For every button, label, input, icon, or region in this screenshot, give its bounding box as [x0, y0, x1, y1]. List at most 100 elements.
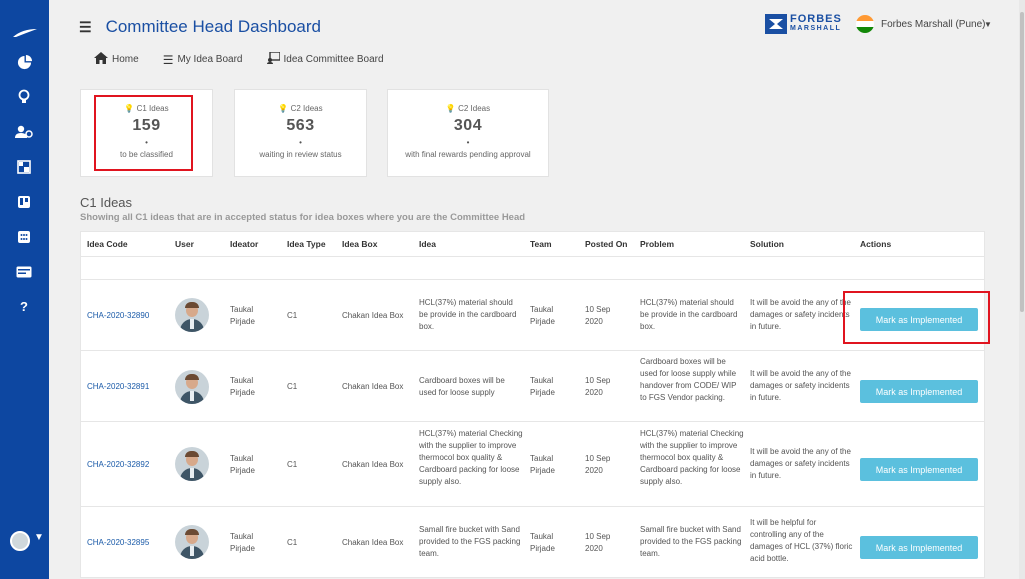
caret-down-icon[interactable]: ▼ [984, 20, 992, 29]
brand-mark-icon [765, 14, 787, 34]
card-sub: with final rewards pending approval [405, 150, 531, 159]
ideator: Taukal Pirjade [230, 454, 255, 475]
brand-logo: FORBES MARSHALL [765, 14, 842, 34]
user-avatar [175, 298, 209, 332]
idea-type: C1 [287, 538, 298, 547]
chart-pie-icon[interactable] [14, 52, 34, 72]
brand-name: FORBES [790, 13, 842, 25]
ideator: Taukal Pirjade [230, 305, 255, 326]
posted-on: 10 Sep 2020 [585, 376, 611, 397]
idea-box: Chakan Idea Box [342, 382, 404, 391]
card-value: 304 [453, 117, 483, 134]
users-icon[interactable] [14, 122, 34, 142]
caret-down-icon[interactable]: ▼ [34, 532, 44, 543]
logo-icon[interactable] [12, 28, 38, 38]
avatar[interactable] [10, 531, 30, 551]
nav-my-idea-board-label: My Idea Board [177, 54, 243, 65]
card-value: 563 [286, 117, 315, 134]
posted-on: 10 Sep 2020 [585, 532, 611, 553]
column-header[interactable]: Solution [750, 239, 784, 249]
ideas-table: Idea Code User Ideator Idea Type Idea Bo… [80, 231, 985, 578]
column-header[interactable]: Idea Box [342, 239, 377, 249]
problem-text: Cardboard boxes will be used for loose s… [640, 357, 737, 402]
help-icon[interactable]: ? [14, 296, 34, 316]
column-header[interactable]: Actions [860, 239, 891, 249]
posted-on: 10 Sep 2020 [585, 305, 611, 326]
solution-text: It will be avoid the any of the damages … [750, 447, 851, 480]
table-header: Idea Code User Ideator Idea Type Idea Bo… [81, 232, 984, 257]
table-row-empty [81, 257, 984, 280]
idea-box: Chakan Idea Box [342, 311, 404, 320]
column-header[interactable]: Idea Type [287, 239, 326, 249]
card-label: C2 Ideas [458, 104, 491, 113]
board-icon[interactable] [14, 192, 34, 212]
problem-text: HCL(37%) material should be provide in t… [640, 298, 738, 331]
posted-on: 10 Sep 2020 [585, 454, 611, 475]
idea-box: Chakan Idea Box [342, 460, 404, 469]
home-icon [94, 52, 108, 67]
user-menu[interactable]: Forbes Marshall (Pune) [881, 19, 985, 30]
card-label: C2 Ideas [290, 104, 323, 113]
team: Taukal Pirjade [530, 305, 555, 326]
nav-home-label: Home [112, 54, 139, 65]
lightbulb-icon[interactable] [14, 87, 34, 107]
committee-icon [266, 51, 281, 67]
lightbulb-icon: 💡 [278, 104, 289, 113]
nav-home[interactable]: Home [94, 52, 139, 67]
table-row: CHA-2020-32895 Taukal Pirjade C1 Chakan … [81, 507, 984, 577]
idea-type: C1 [287, 382, 298, 391]
idea-type: C1 [287, 311, 298, 320]
highlight-box [94, 95, 193, 171]
team: Taukal Pirjade [530, 376, 555, 397]
card-icon[interactable] [14, 262, 34, 282]
menu-icon[interactable]: ☰ [79, 19, 92, 36]
nav-idea-committee-board[interactable]: Idea Committee Board [266, 51, 384, 67]
solution-text: It will be avoid the any of the damages … [750, 369, 851, 402]
team: Taukal Pirjade [530, 532, 555, 553]
idea-code-link[interactable]: CHA-2020-32892 [87, 459, 149, 471]
scrollbar-thumb[interactable] [1020, 12, 1024, 312]
flag-icon[interactable] [856, 15, 874, 33]
idea-type: C1 [287, 460, 298, 469]
ideator: Taukal Pirjade [230, 376, 255, 397]
column-header[interactable]: Posted On [585, 239, 628, 249]
mark-as-implemented-button[interactable]: Mark as Implemented [860, 536, 978, 559]
sidebar: ? ▼ [0, 0, 49, 579]
mark-as-implemented-button[interactable]: Mark as Implemented [860, 380, 978, 403]
brand-sub: MARSHALL [790, 25, 842, 32]
idea-box: Chakan Idea Box [342, 538, 404, 547]
idea-code-link[interactable]: CHA-2020-32890 [87, 310, 149, 322]
idea-code-link[interactable]: CHA-2020-32891 [87, 381, 149, 393]
mark-as-implemented-button[interactable]: Mark as Implemented [860, 458, 978, 481]
column-header[interactable]: Idea [419, 239, 436, 249]
column-header[interactable]: Ideator [230, 239, 258, 249]
divider-dot: • [466, 138, 470, 147]
card-c2-ideas-rewards[interactable]: 💡 C2 Ideas 304 • with final rewards pend… [387, 89, 549, 177]
user-avatar [175, 525, 209, 559]
ideator: Taukal Pirjade [230, 532, 255, 553]
column-header[interactable]: Problem [640, 239, 674, 249]
idea-text: Cardboard boxes will be used for loose s… [419, 376, 505, 397]
calculator-icon[interactable] [14, 227, 34, 247]
problem-text: Samall fire bucket with Sand provided to… [640, 525, 742, 558]
column-header[interactable]: Idea Code [87, 239, 128, 249]
user-avatar [175, 447, 209, 481]
idea-text: HCL(37%) material should be provide in t… [419, 298, 517, 331]
problem-text: HCL(37%) material Checking with the supp… [640, 429, 744, 486]
nav-my-idea-board[interactable]: ☰ My Idea Board [163, 53, 243, 67]
solution-text: It will be helpful for controlling any o… [750, 518, 853, 563]
lightbulb-icon: 💡 [445, 104, 456, 113]
section-subtitle: Showing all C1 ideas that are in accepte… [80, 212, 526, 223]
dashboard-icon[interactable] [14, 157, 34, 177]
idea-code-link[interactable]: CHA-2020-32895 [87, 537, 149, 549]
page-title: Committee Head Dashboard [105, 17, 322, 36]
main-content: ☰ Committee Head Dashboard FORBES MARSHA… [49, 0, 1019, 579]
column-header[interactable]: Team [530, 239, 552, 249]
user-avatar [175, 370, 209, 404]
column-header[interactable]: User [175, 239, 194, 249]
card-c2-ideas-review[interactable]: 💡 C2 Ideas 563 • waiting in review statu… [234, 89, 367, 177]
card-sub: waiting in review status [259, 150, 342, 159]
table-row: CHA-2020-32892 Taukal Pirjade C1 Chakan … [81, 422, 984, 507]
table-row: CHA-2020-32891 Taukal Pirjade C1 Chakan … [81, 351, 984, 422]
idea-text: HCL(37%) material Checking with the supp… [419, 429, 523, 486]
